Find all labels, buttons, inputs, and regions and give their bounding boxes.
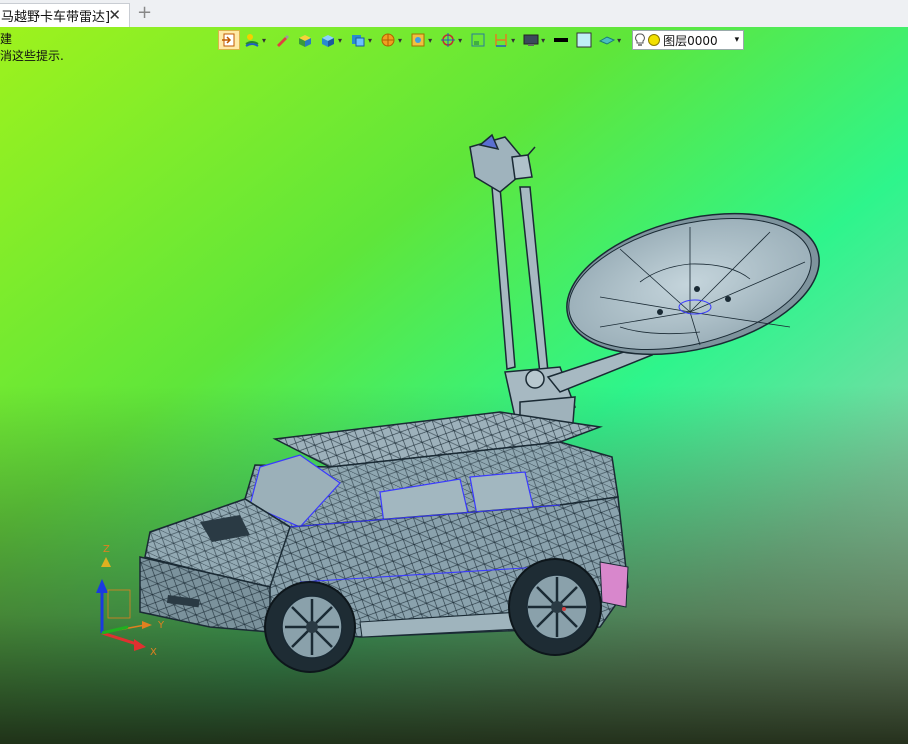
- rear-wheel: [508, 558, 602, 656]
- document-tab-bar: 马越野卡车带雷达] ✕ +: [0, 0, 908, 28]
- radar-dish: [566, 212, 820, 356]
- axis-z-label: Z: [103, 544, 110, 555]
- axis-x-label: X: [150, 647, 157, 658]
- axis-y-label: Y: [157, 620, 165, 631]
- new-tab-icon[interactable]: +: [137, 4, 152, 22]
- 3d-viewport[interactable]: 建 消这些提示. ▾ ▾ ▾ ▾ ▾ ▾ ▾ ▾ ▾ 图层0000 ▾ Z Y …: [0, 27, 908, 744]
- document-tab-title: 马越野卡车带雷达]: [1, 10, 111, 25]
- document-tab[interactable]: 马越野卡车带雷达] ✕: [0, 3, 130, 27]
- front-wheel: [264, 581, 356, 673]
- close-icon[interactable]: ✕: [108, 7, 121, 23]
- truck-radar-model[interactable]: Z Y X: [0, 27, 908, 744]
